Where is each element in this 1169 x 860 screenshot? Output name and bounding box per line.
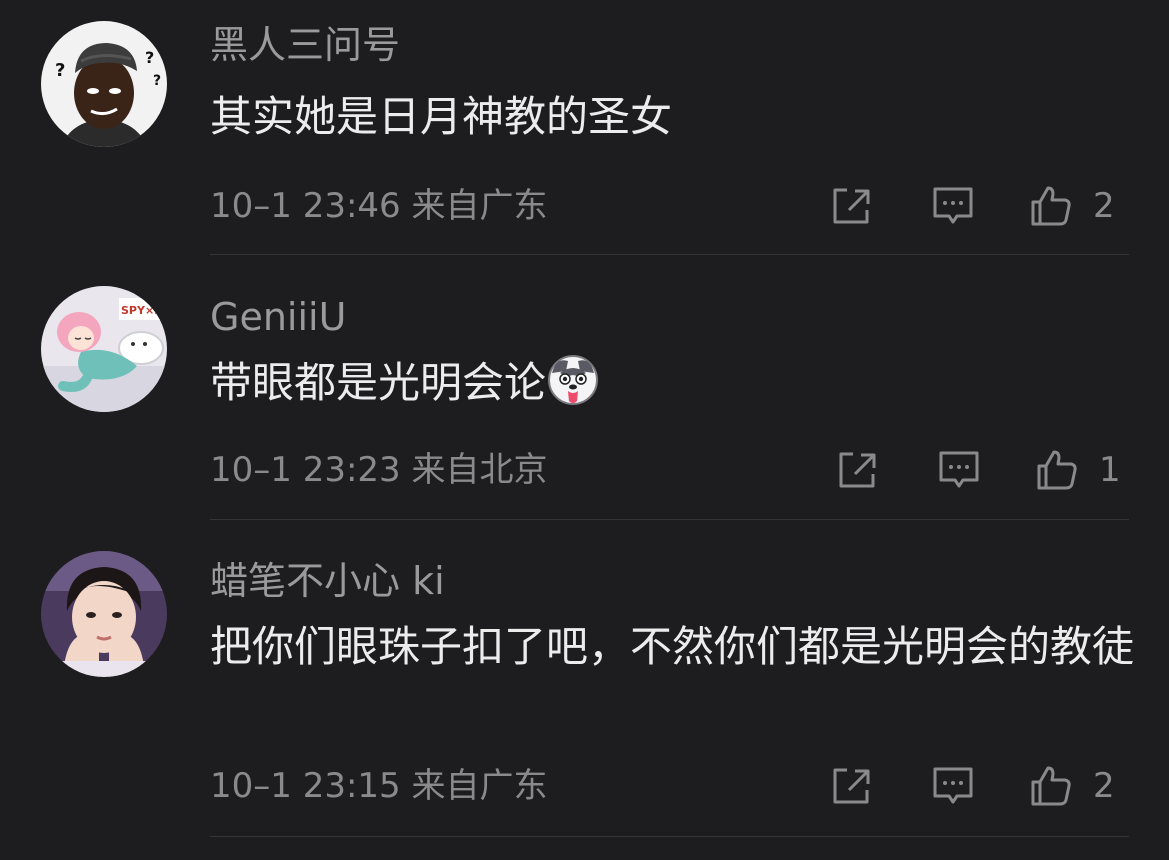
comment-meta: 10–1 23:23 来自北京: [210, 450, 548, 490]
share-icon: [833, 188, 870, 224]
divider: [210, 836, 1129, 837]
comment-meta: 10–1 23:46 来自广东: [210, 186, 548, 226]
thumbs-up-icon: [1031, 766, 1071, 806]
share-icon: [839, 452, 876, 488]
share-button[interactable]: [829, 184, 873, 228]
comment-button[interactable]: [931, 764, 975, 808]
username[interactable]: 蜡笔不小心 ki: [210, 558, 445, 604]
share-button[interactable]: [829, 764, 873, 808]
comment-icon: [933, 187, 973, 224]
divider: [210, 254, 1129, 255]
avatar[interactable]: [41, 551, 167, 677]
comment-text: 把你们眼珠子扣了吧，不然你们都是光明会的教徒: [210, 622, 1135, 671]
username[interactable]: GeniiiU: [210, 294, 346, 340]
thumbs-up-icon: [1031, 186, 1071, 226]
svg-text:?: ?: [145, 48, 154, 67]
husky-tongue-out-emoji-icon: [546, 353, 600, 407]
comment-icon: [933, 767, 973, 804]
action-bar: 1: [829, 448, 1129, 492]
boy-hands-on-cheeks-avatar-icon: [41, 551, 167, 677]
svg-text:SPY×FAM: SPY×FAM: [121, 304, 167, 317]
comment-icon: [939, 451, 979, 488]
share-button[interactable]: [835, 448, 879, 492]
comment-item: ? ? ? 黑人三问号 其实她是日月神教的圣女 10–1 23:46 来自广东: [0, 0, 1169, 256]
share-icon: [833, 768, 870, 804]
action-bar: 2: [829, 184, 1129, 228]
comment-text: 其实她是日月神教的圣女: [210, 92, 673, 141]
action-bar: 2: [829, 764, 1129, 808]
like-button[interactable]: 2: [1029, 764, 1129, 808]
avatar[interactable]: ? ? ?: [41, 21, 167, 147]
username[interactable]: 黑人三问号: [210, 22, 400, 68]
comment-item: SPY×FAM GeniiiU 带眼都是光明会论: [0, 256, 1169, 520]
comment-button[interactable]: [937, 448, 981, 492]
like-count: 2: [1093, 766, 1115, 806]
avatar[interactable]: SPY×FAM: [41, 286, 167, 412]
confused-man-avatar-icon: ? ? ?: [41, 21, 167, 147]
like-button[interactable]: 1: [1035, 448, 1129, 492]
comment-button[interactable]: [931, 184, 975, 228]
comment-item: 蜡笔不小心 ki 把你们眼珠子扣了吧，不然你们都是光明会的教徒 10–1 23:…: [0, 520, 1169, 840]
like-count: 1: [1099, 450, 1121, 490]
like-button[interactable]: 2: [1029, 184, 1129, 228]
comment-list: ? ? ? 黑人三问号 其实她是日月神教的圣女 10–1 23:46 来自广东: [0, 0, 1169, 860]
comment-meta: 10–1 23:15 来自广东: [210, 766, 548, 806]
thumbs-up-icon: [1037, 450, 1077, 490]
comment-text-content: 带眼都是光明会论: [210, 358, 547, 407]
svg-text:?: ?: [153, 73, 161, 89]
anime-girl-sleeping-avatar-icon: SPY×FAM: [41, 286, 167, 412]
svg-text:?: ?: [55, 60, 65, 81]
like-count: 2: [1093, 186, 1115, 226]
comment-text: 带眼都是光明会论: [210, 350, 1140, 416]
